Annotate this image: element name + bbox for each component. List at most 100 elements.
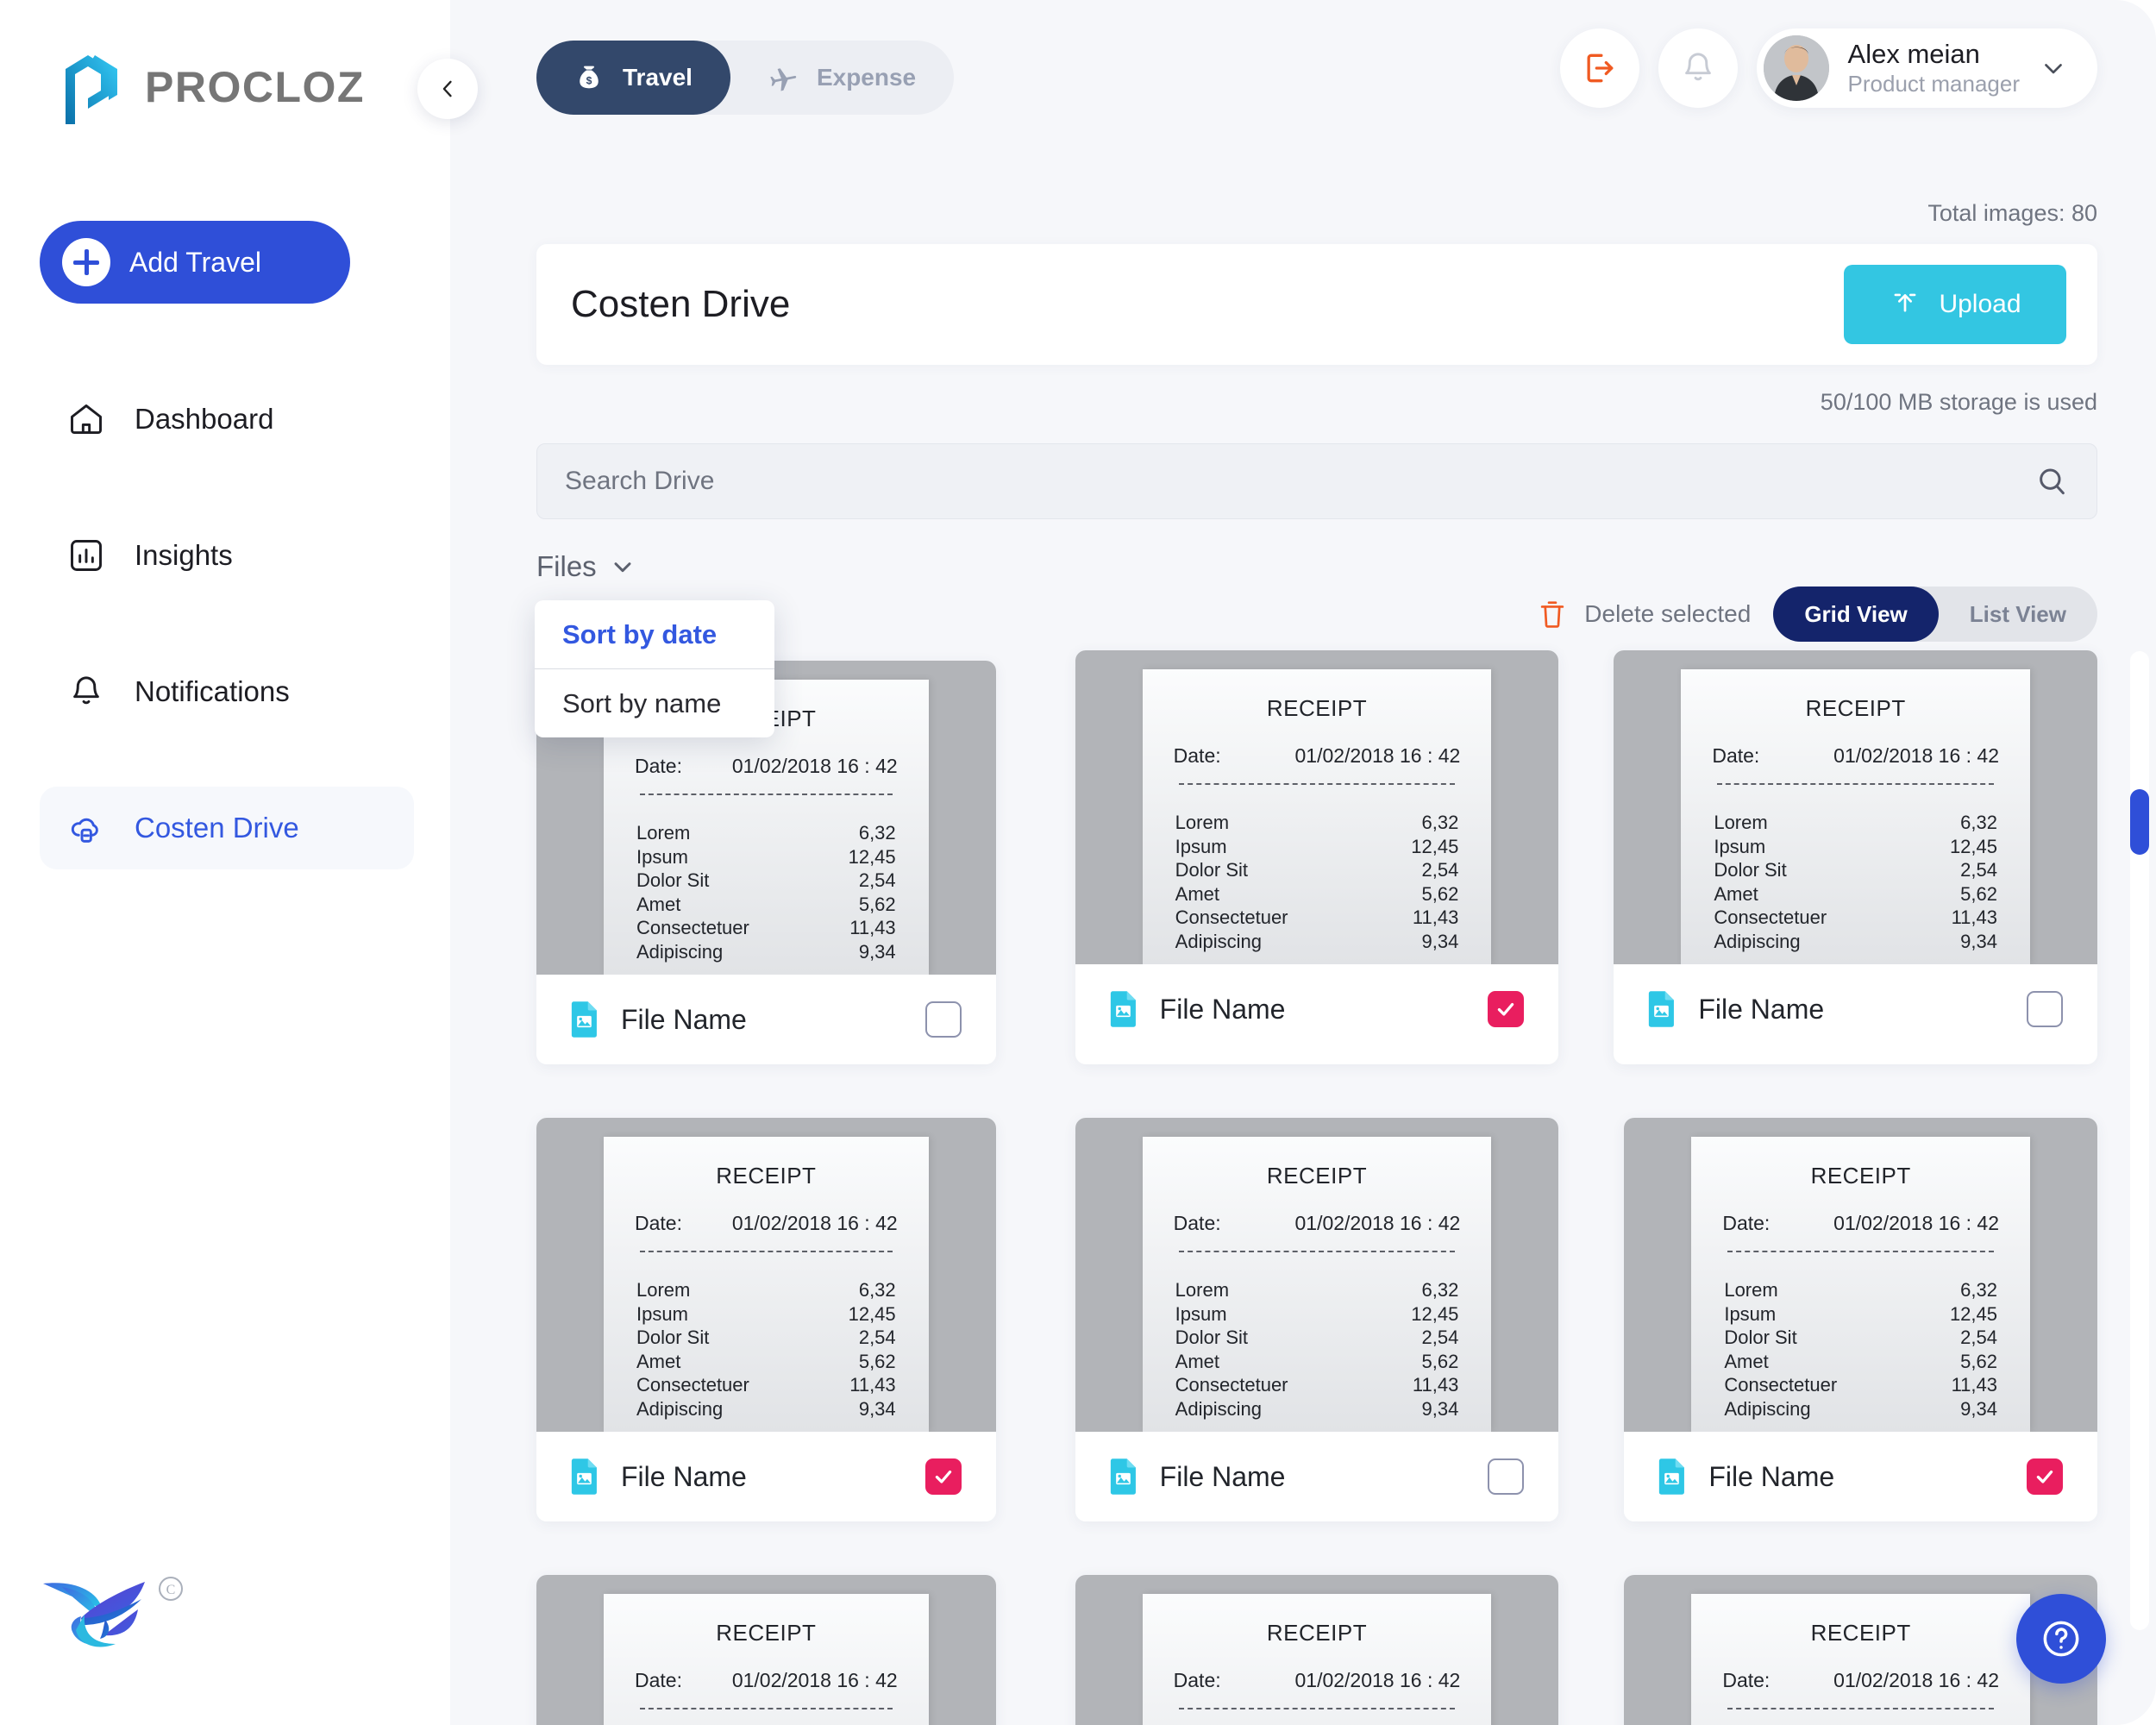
- sidebar-item-costen-drive[interactable]: Costen Drive: [40, 787, 414, 869]
- receipt-line-name: Amet: [636, 893, 681, 915]
- file-select-checkbox[interactable]: [2027, 991, 2063, 1027]
- receipt-preview: RECEIPT Date:01/02/2018 16 : 42 Lorem6,32I…: [1681, 669, 2030, 964]
- file-card[interactable]: RECEIPT Date:01/02/2018 16 : 42 Lorem6,32I…: [1614, 650, 2097, 1064]
- file-select-checkbox[interactable]: [1488, 1458, 1525, 1495]
- file-select-checkbox[interactable]: [1488, 991, 1525, 1027]
- sidebar-item-label: Insights: [135, 539, 233, 571]
- delete-selected-button[interactable]: Delete selected: [1536, 598, 1751, 630]
- list-view-option[interactable]: List View: [1939, 586, 2097, 642]
- tab-travel[interactable]: $ Travel: [536, 41, 730, 115]
- receipt-line-name: Ipsum: [1724, 1302, 1777, 1325]
- receipt-line-name: Lorem: [636, 822, 691, 844]
- receipt-line-name: Dolor Sit: [636, 869, 710, 891]
- receipt-divider: [1727, 1251, 1994, 1252]
- receipt-line-name: Dolor Sit: [1724, 1327, 1797, 1348]
- search-bar[interactable]: [536, 443, 2097, 519]
- user-profile-menu[interactable]: Alex meian Product manager: [1756, 28, 2097, 108]
- image-file-icon: [571, 1458, 597, 1495]
- file-select-checkbox[interactable]: [2027, 1458, 2063, 1495]
- file-card[interactable]: RECEIPTDate:01/02/2018 16 : 42Lorem6,32I…: [1075, 650, 1559, 1064]
- notifications-button[interactable]: [1658, 28, 1738, 108]
- sidebar-item-notifications[interactable]: Notifications: [40, 650, 414, 733]
- chevron-down-icon[interactable]: [2039, 53, 2068, 83]
- sidebar-item-dashboard[interactable]: Dashboard: [40, 378, 414, 461]
- sidebar-item-insights[interactable]: Insights: [40, 514, 414, 597]
- file-thumbnail[interactable]: RECEIPTDate:01/02/2018 16 : 42Lorem6,32I…: [1075, 1575, 1559, 1725]
- receipt-divider: [1717, 783, 1994, 785]
- receipt-line-amount: 6,32: [858, 1279, 896, 1301]
- receipt-date-label: Date:: [635, 755, 682, 777]
- receipt-line-amount: 6,32: [1421, 812, 1459, 833]
- file-card[interactable]: RECEIPTDate:01/02/2018 16 : 42Lorem6,32I…: [1075, 1118, 1559, 1521]
- receipt-line-amount: 2,54: [1960, 859, 1997, 881]
- receipt-date-label: Date:: [635, 1669, 682, 1691]
- file-select-checkbox[interactable]: [924, 1458, 962, 1495]
- receipt-line: Dolor Sit 2,54: [1724, 1326, 1997, 1350]
- receipt-divider: [640, 794, 893, 795]
- vertical-scrollbar[interactable]: [2130, 651, 2149, 1630]
- receipt-title: RECEIPT: [1805, 695, 1906, 721]
- files-dropdown-trigger[interactable]: Files: [536, 550, 636, 583]
- scrollbar-thumb[interactable]: [2130, 789, 2149, 855]
- file-thumbnail[interactable]: RECEIPTDate:01/02/2018 16 : 42Lorem6,32I…: [1075, 1118, 1559, 1432]
- image-file-icon: [1659, 1458, 1685, 1495]
- main-content: $ Travel Expense Alex meian Product mana…: [450, 0, 2156, 1725]
- receipt-title: RECEIPT: [1266, 1163, 1368, 1189]
- receipt-date-row: Date: 01/02/2018 16 : 42: [630, 755, 903, 778]
- trash-icon: [1541, 601, 1564, 628]
- add-travel-button[interactable]: Add Travel: [40, 221, 350, 304]
- file-card[interactable]: RECEIPTDate:01/02/2018 16 : 42Lorem6,32I…: [1624, 1118, 2097, 1521]
- svg-text:C: C: [166, 1583, 176, 1597]
- receipt-line-amount: 9,34: [858, 940, 896, 963]
- help-button[interactable]: [2016, 1594, 2106, 1684]
- file-thumbnail[interactable]: RECEIPTDate:01/02/2018 16 : 42Lorem6,32I…: [536, 1575, 996, 1725]
- receipt-line-amount: 12,45: [1411, 1302, 1459, 1325]
- receipt-line-name: Ipsum: [1714, 835, 1766, 857]
- receipt-line-name: Adipiscing: [1175, 930, 1262, 952]
- upload-button[interactable]: Upload: [1844, 265, 2066, 344]
- receipt-line-amount: 11,43: [1951, 1374, 1997, 1396]
- user-role: Product manager: [1847, 70, 2020, 97]
- receipt-line-name: Adipiscing: [1714, 930, 1801, 952]
- receipt-line: Dolor Sit 2,54: [1714, 858, 1997, 882]
- sort-option-label: Sort by name: [562, 687, 722, 718]
- file-thumbnail[interactable]: RECEIPTDate:01/02/2018 16 : 42Lorem6,32I…: [536, 1118, 996, 1432]
- logout-button[interactable]: [1559, 28, 1639, 108]
- grid-view-option[interactable]: Grid View: [1773, 586, 1939, 642]
- files-toolbar: Files Sort by date Sort by name Delete s…: [535, 550, 2097, 737]
- receipt-date-row: Date: 01/02/2018 16 : 42: [1707, 744, 2004, 768]
- file-thumbnail[interactable]: RECEIPTDate:01/02/2018 16 : 42Lorem6,32I…: [1075, 650, 1559, 964]
- receipt-items: Lorem 6,32 Ipsum 12,45 Dolor Sit 2,54 Amet 5,62…: [1707, 811, 2004, 953]
- receipt-divider: [1178, 783, 1456, 785]
- file-thumbnail[interactable]: RECEIPT Date:01/02/2018 16 : 42 Lorem6,32I…: [1614, 650, 2097, 964]
- tab-label: Expense: [816, 64, 917, 91]
- receipt-line: Adipiscing 9,34: [1175, 1397, 1459, 1421]
- search-input[interactable]: [565, 467, 2034, 496]
- tab-expense[interactable]: Expense: [730, 41, 954, 115]
- receipt-line-amount: 11,43: [849, 917, 896, 938]
- receipt-line-amount: 9,34: [858, 1397, 896, 1420]
- sort-by-date-option[interactable]: Sort by date: [535, 600, 774, 668]
- sidebar-collapse-button[interactable]: [417, 59, 478, 119]
- file-card[interactable]: RECEIPTDate:01/02/2018 16 : 42Lorem6,32I…: [536, 1575, 996, 1725]
- receipt-date-row: Date: 01/02/2018 16 : 42: [630, 1669, 903, 1692]
- sort-by-name-option[interactable]: Sort by name: [535, 669, 774, 737]
- search-icon[interactable]: [2034, 464, 2069, 499]
- file-thumbnail[interactable]: RECEIPTDate:01/02/2018 16 : 42Lorem6,32I…: [1624, 1118, 2097, 1432]
- receipt-date-value: 01/02/2018 16 : 42: [1294, 1669, 1461, 1691]
- file-card[interactable]: RECEIPTDate:01/02/2018 16 : 42Lorem6,32I…: [1075, 1575, 1559, 1725]
- mode-tabs: $ Travel Expense: [536, 41, 955, 115]
- sidebar-nav: Dashboard Insights Notifications Costen …: [0, 378, 450, 869]
- bell-icon: [73, 676, 99, 705]
- receipt-line: Amet 5,62: [1175, 1350, 1459, 1374]
- sort-dropdown-menu: Sort by date Sort by name: [535, 600, 774, 737]
- receipt-date-value: 01/02/2018 16 : 42: [1294, 744, 1461, 767]
- receipt-line-amount: 6,32: [1421, 1279, 1459, 1301]
- receipt-date-row: Date: 01/02/2018 16 : 42: [1169, 1669, 1466, 1692]
- view-mode-toggle: Grid View List View: [1773, 586, 2097, 642]
- question-mark-icon: [2043, 1621, 2079, 1657]
- file-card[interactable]: RECEIPTDate:01/02/2018 16 : 42Lorem6,32I…: [536, 1118, 996, 1521]
- check-icon: [2036, 1470, 2053, 1484]
- file-select-checkbox[interactable]: [924, 1001, 962, 1038]
- receipt-line-name: Adipiscing: [1175, 1397, 1262, 1420]
